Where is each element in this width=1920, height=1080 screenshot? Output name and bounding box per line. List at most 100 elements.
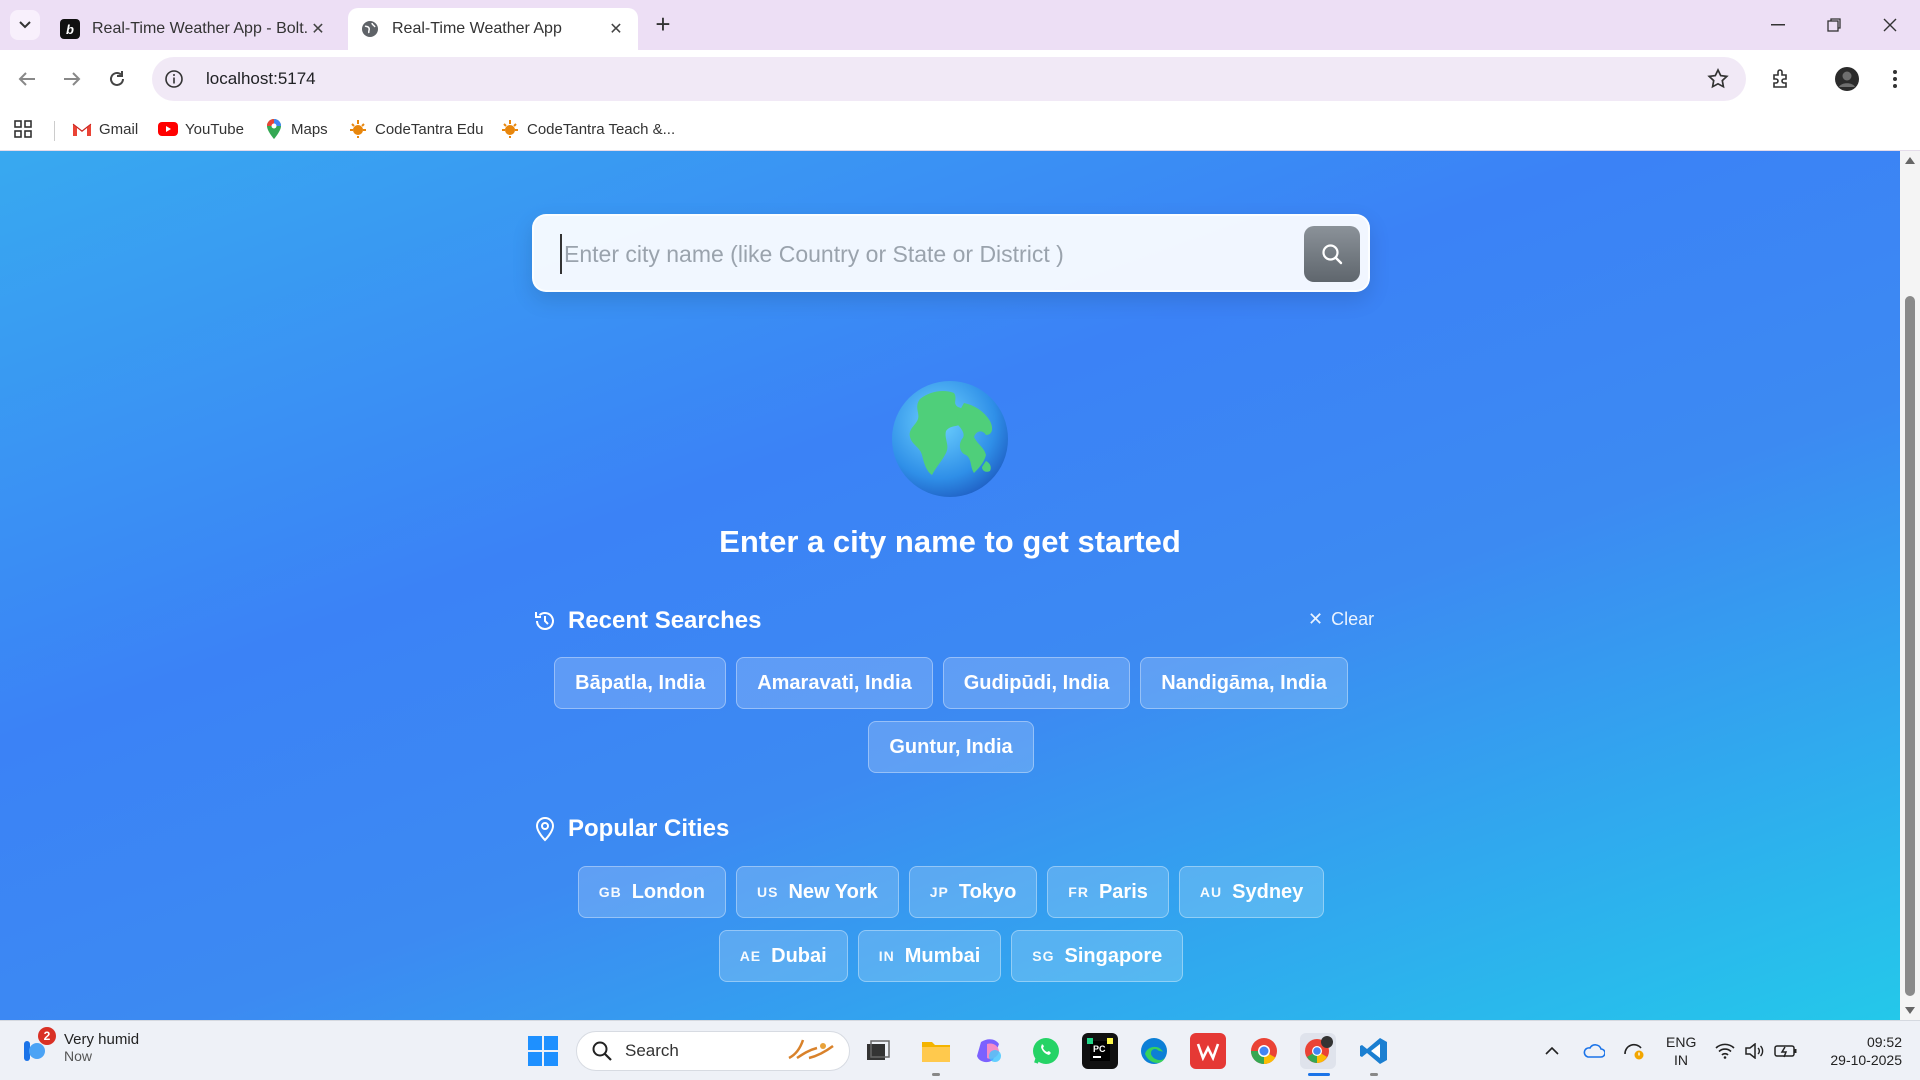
popular-cities-list: GB London US New York JP Tokyo FR Paris AU Sy… xyxy=(532,866,1370,982)
extensions-icon[interactable] xyxy=(1766,64,1796,94)
bookmark-gmail[interactable]: Gmail xyxy=(72,116,138,142)
close-tab-icon[interactable]: ✕ xyxy=(308,19,328,39)
weather-widget[interactable]: 2 Very humid Now xyxy=(20,1027,140,1065)
notification-badge: 2 xyxy=(38,1027,56,1045)
weather-app-page: Enter a city name to get started Recent … xyxy=(0,151,1900,1020)
country-code: AU xyxy=(1199,884,1223,900)
tab-bolt[interactable]: b Real-Time Weather App - Bolt.n ✕ xyxy=(48,8,340,50)
pycharm-icon[interactable]: PC xyxy=(1082,1033,1118,1069)
forward-arrow-icon[interactable] xyxy=(57,64,87,94)
address-bar[interactable]: localhost:5174 xyxy=(152,57,1746,101)
popular-city-chip[interactable]: SG Singapore xyxy=(1011,930,1184,982)
tab-search-dropdown[interactable] xyxy=(10,10,40,40)
wps-office-icon[interactable] xyxy=(1190,1033,1226,1069)
vscode-icon[interactable] xyxy=(1356,1033,1392,1069)
recent-search-chip[interactable]: Nandigāma, India xyxy=(1140,657,1348,709)
restore-icon[interactable] xyxy=(1806,0,1862,50)
battery-icon[interactable] xyxy=(1772,1021,1800,1080)
recent-searches-list: Bāpatla, India Amaravati, India Gudipūdi… xyxy=(532,657,1370,773)
weather-widget-icon: 2 xyxy=(20,1027,56,1065)
recent-searches-heading: Recent Searches xyxy=(532,607,761,635)
bookmark-codetantra-edu[interactable]: CodeTantra Edu xyxy=(348,116,483,142)
tab-strip: b Real-Time Weather App - Bolt.n ✕ Real-… xyxy=(0,0,1920,50)
task-view-icon[interactable] xyxy=(860,1033,896,1069)
input-language[interactable]: ENG IN xyxy=(1666,1033,1696,1069)
minimize-icon[interactable] xyxy=(1750,0,1806,50)
onedrive-cloud-icon[interactable] xyxy=(1580,1021,1608,1080)
recent-searches-title: Recent Searches xyxy=(568,607,762,634)
search-highlight-icon xyxy=(783,1036,839,1067)
codetantra-icon xyxy=(348,120,368,138)
close-window-icon[interactable] xyxy=(1862,0,1918,50)
windows-taskbar: 2 Very humid Now Search PC ENG IN 09:52 … xyxy=(0,1020,1920,1080)
gmail-icon xyxy=(72,120,92,138)
profile-avatar[interactable] xyxy=(1832,64,1862,94)
taskbar-search-label: Search xyxy=(625,1041,679,1060)
country-code: US xyxy=(757,884,779,900)
city-search-input[interactable] xyxy=(560,234,1260,274)
popular-city-chip[interactable]: IN Mumbai xyxy=(857,930,1002,982)
city-name: Singapore xyxy=(1064,944,1163,967)
back-arrow-icon[interactable] xyxy=(12,64,42,94)
popular-city-chip[interactable]: JP Tokyo xyxy=(908,866,1038,918)
tab-weather-app[interactable]: Real-Time Weather App ✕ xyxy=(348,8,638,50)
popular-city-chip[interactable]: AU Sydney xyxy=(1178,866,1325,918)
chrome-profile-icon[interactable] xyxy=(1300,1033,1336,1069)
file-explorer-icon[interactable] xyxy=(918,1033,954,1069)
tab-title: Real-Time Weather App xyxy=(392,20,562,37)
city-name: New York xyxy=(788,880,878,903)
volume-icon[interactable] xyxy=(1742,1021,1768,1080)
scroll-up-arrow-icon[interactable] xyxy=(1905,157,1915,164)
whatsapp-icon[interactable] xyxy=(1028,1033,1064,1069)
show-hidden-icons-chevron-up-icon[interactable] xyxy=(1540,1021,1564,1080)
chrome-icon[interactable] xyxy=(1246,1033,1282,1069)
recent-search-chip[interactable]: Bāpatla, India xyxy=(554,657,727,709)
popular-city-chip[interactable]: GB London xyxy=(577,866,726,918)
windows-start-icon[interactable] xyxy=(528,1036,558,1066)
new-tab-button[interactable]: + xyxy=(650,11,676,38)
clock-time: 09:52 xyxy=(1866,1034,1902,1050)
popular-city-chip[interactable]: US New York xyxy=(736,866,899,918)
weather-time: Now xyxy=(64,1047,93,1064)
running-indicator xyxy=(932,1073,940,1076)
copilot-icon[interactable] xyxy=(972,1033,1008,1069)
bookmark-star-icon[interactable] xyxy=(1706,67,1730,91)
weather-condition: Very humid xyxy=(64,1030,140,1048)
popular-city-chip[interactable]: AE Dubai xyxy=(718,930,848,982)
country-code: AE xyxy=(739,948,762,964)
clear-recent-button[interactable]: ✕ Clear xyxy=(1308,609,1374,630)
youtube-icon xyxy=(158,120,178,138)
city-name: Mumbai xyxy=(904,944,981,967)
recent-search-chip[interactable]: Amaravati, India xyxy=(736,657,933,709)
bookmark-codetantra-teach[interactable]: CodeTantra Teach &... xyxy=(500,116,675,142)
edge-icon[interactable] xyxy=(1136,1033,1172,1069)
taskbar-search[interactable]: Search xyxy=(576,1031,850,1071)
chip-label: Nandigāma, India xyxy=(1161,671,1327,694)
apps-grid-icon[interactable] xyxy=(14,116,32,142)
history-icon xyxy=(532,608,558,634)
running-indicator xyxy=(1370,1073,1378,1076)
recent-search-chip[interactable]: Guntur, India xyxy=(868,721,1034,773)
site-info-icon[interactable] xyxy=(164,69,184,89)
close-tab-icon[interactable]: ✕ xyxy=(606,19,626,39)
search-button[interactable] xyxy=(1304,226,1360,282)
hero-prompt: Enter a city name to get started xyxy=(719,524,1181,559)
scroll-down-arrow-icon[interactable] xyxy=(1905,1007,1915,1014)
language-code: ENG xyxy=(1666,1034,1697,1050)
recent-search-chip[interactable]: Gudipūdi, India xyxy=(942,657,1131,709)
system-clock[interactable]: 09:52 29-10-2025 xyxy=(1812,1033,1902,1069)
bookmark-youtube[interactable]: YouTube xyxy=(158,116,244,142)
network-status-icon[interactable] xyxy=(1620,1021,1648,1080)
clock-date: 29-10-2025 xyxy=(1830,1052,1902,1068)
scrollbar-thumb[interactable] xyxy=(1905,296,1915,996)
popular-cities-title: Popular Cities xyxy=(568,815,730,842)
reload-icon[interactable] xyxy=(102,64,132,94)
bookmark-maps[interactable]: Maps xyxy=(264,116,328,142)
clear-label: Clear xyxy=(1331,609,1375,629)
popular-city-chip[interactable]: FR Paris xyxy=(1047,866,1169,918)
wifi-icon[interactable] xyxy=(1712,1021,1738,1080)
bookmark-label: Maps xyxy=(291,120,328,138)
page-scrollbar[interactable] xyxy=(1900,151,1920,1020)
more-menu-icon[interactable] xyxy=(1880,64,1910,94)
browser-toolbar: localhost:5174 xyxy=(0,50,1920,108)
